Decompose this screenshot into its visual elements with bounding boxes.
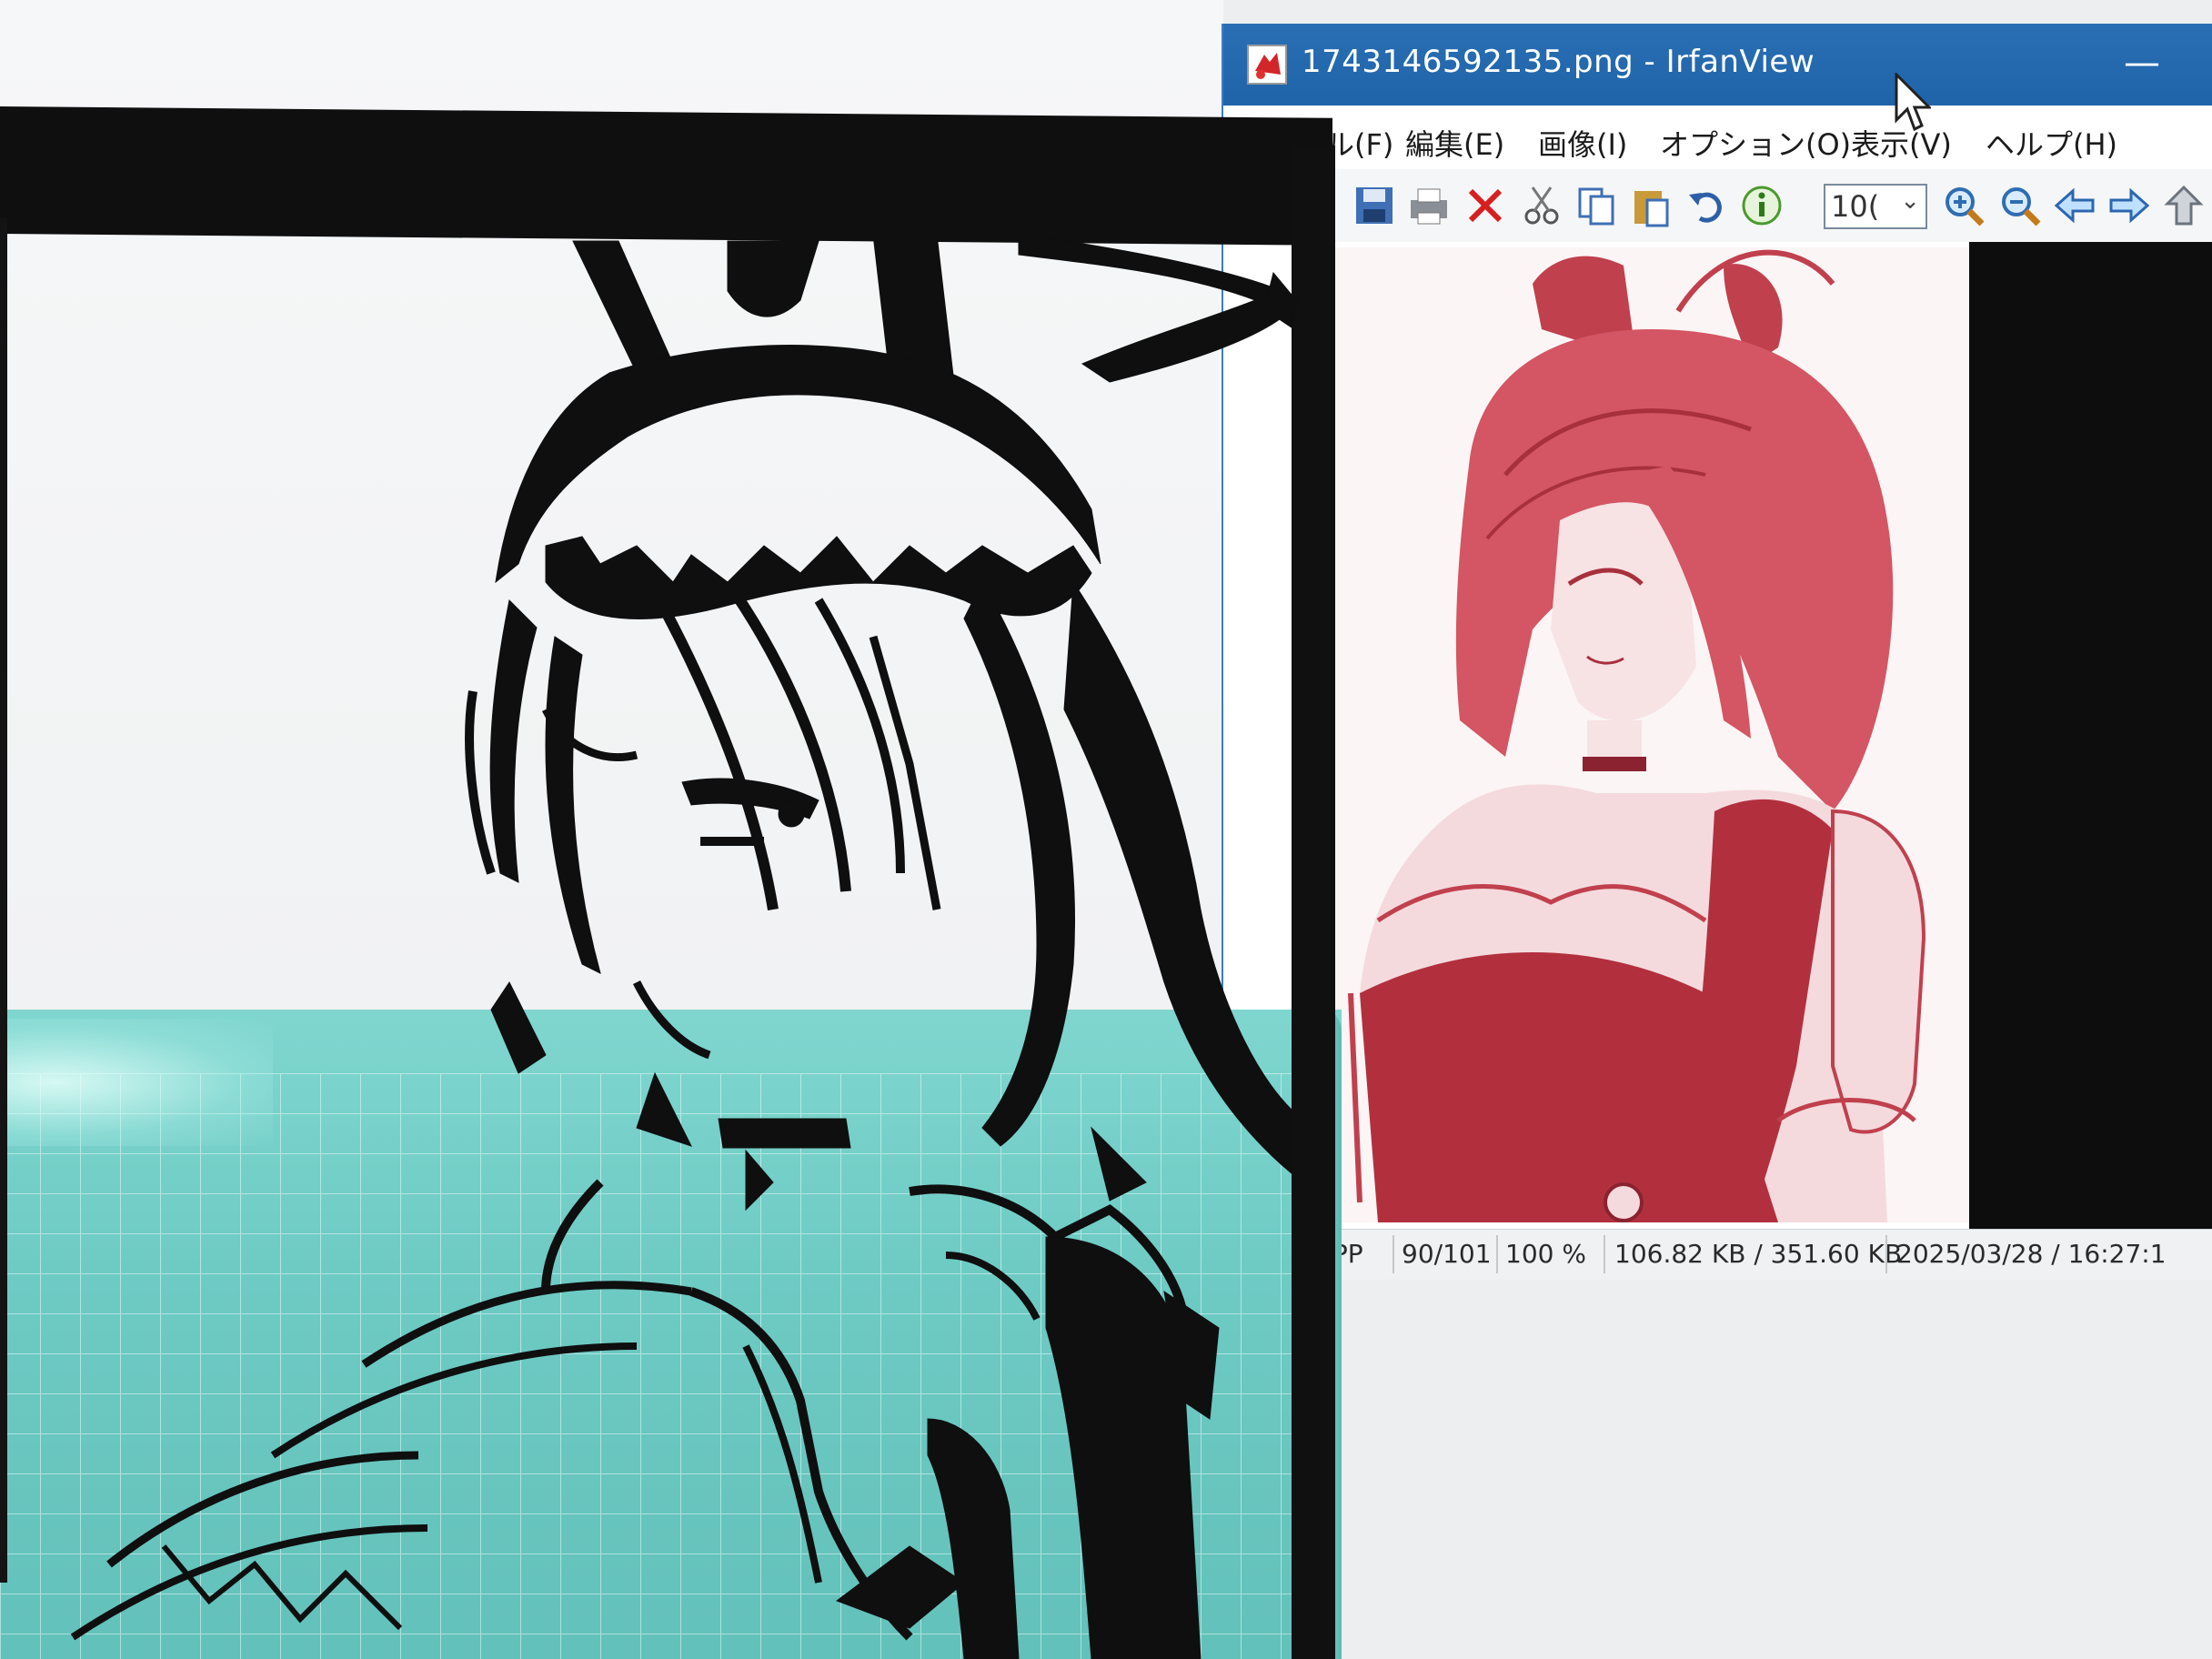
paper-cutout-artwork [70, 234, 1302, 1659]
